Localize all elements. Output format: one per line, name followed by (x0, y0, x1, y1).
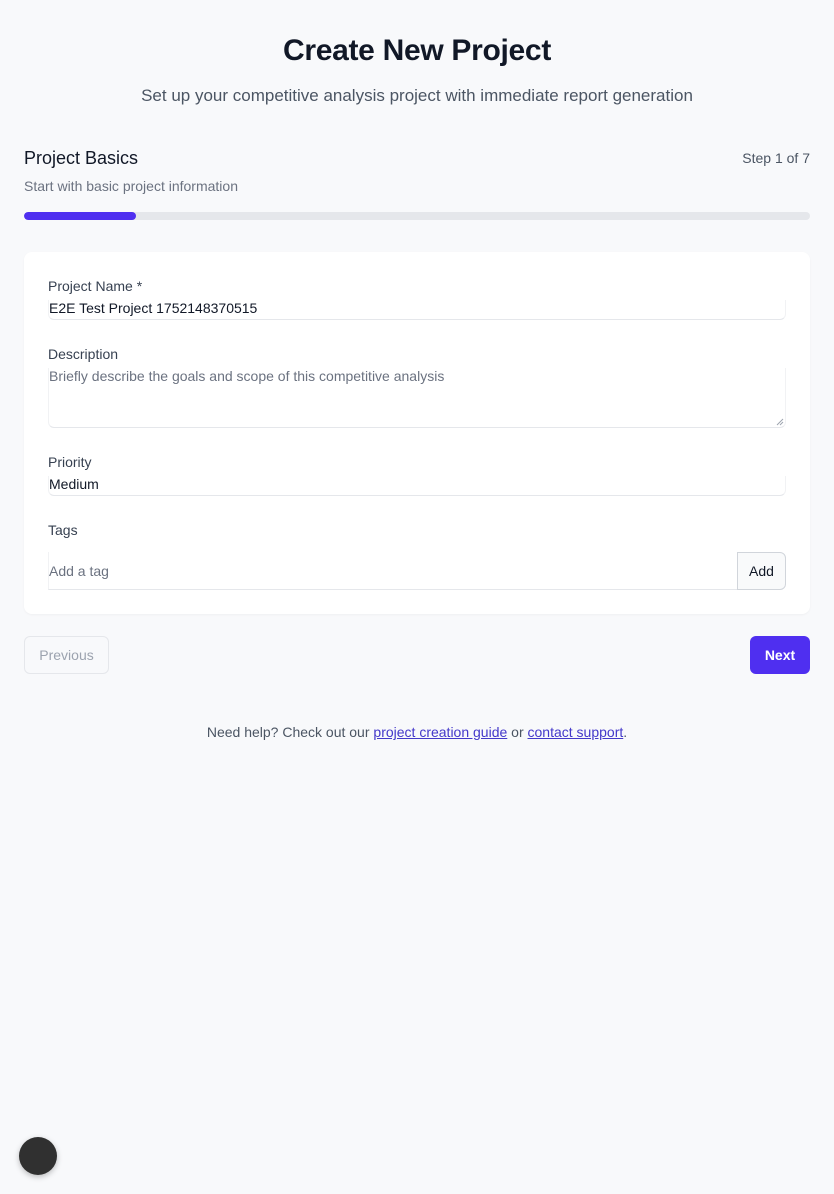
wizard-navigation: Previous Next (24, 636, 810, 674)
project-creation-guide-link[interactable]: project creation guide (373, 724, 507, 740)
add-tag-button[interactable]: Add (737, 552, 786, 590)
help-prefix: Need help? Check out our (206, 724, 374, 740)
floating-action-button[interactable] (19, 1137, 57, 1175)
project-name-input[interactable]: E2E Test Project 1752148370515 (48, 300, 786, 320)
description-textarea[interactable]: Briefly describe the goals and scope of … (48, 368, 786, 428)
help-text: Need help? Check out our project creatio… (0, 724, 834, 740)
priority-field: Priority Medium (48, 454, 786, 496)
contact-support-link[interactable]: contact support (528, 724, 624, 740)
description-label: Description (48, 346, 119, 362)
priority-select[interactable]: Medium (48, 476, 786, 496)
tags-label: Tags (48, 522, 78, 538)
step-header: Project Basics Step 1 of 7 Start with ba… (24, 146, 810, 220)
step-title: Project Basics (24, 148, 139, 168)
progress-bar (24, 212, 810, 220)
description-field: Description Briefly describe the goals a… (48, 346, 786, 428)
form-card: Project Name * E2E Test Project 17521483… (24, 252, 810, 614)
previous-button[interactable]: Previous (24, 636, 109, 674)
help-suffix: . (623, 724, 628, 740)
page-title: Create New Project (282, 34, 552, 67)
project-name-label: Project Name * (48, 278, 143, 294)
progress-bar-fill (24, 212, 137, 220)
step-counter: Step 1 of 7 (742, 150, 810, 166)
description-placeholder: Briefly describe the goals and scope of … (49, 368, 445, 384)
help-middle: or (507, 724, 528, 740)
page: Create New Project Set up your competiti… (0, 0, 834, 1194)
project-name-field: Project Name * E2E Test Project 17521483… (48, 278, 786, 320)
page-subtitle: Set up your competitive analysis project… (141, 86, 693, 105)
tags-field: Tags Add a tag Add (48, 522, 786, 590)
tag-input[interactable]: Add a tag (48, 552, 737, 590)
page-header: Create New Project Set up your competiti… (0, 0, 834, 108)
priority-label: Priority (48, 454, 92, 470)
step-description: Start with basic project information (24, 178, 238, 194)
resize-handle-icon[interactable] (776, 418, 784, 426)
next-button[interactable]: Next (750, 636, 810, 674)
